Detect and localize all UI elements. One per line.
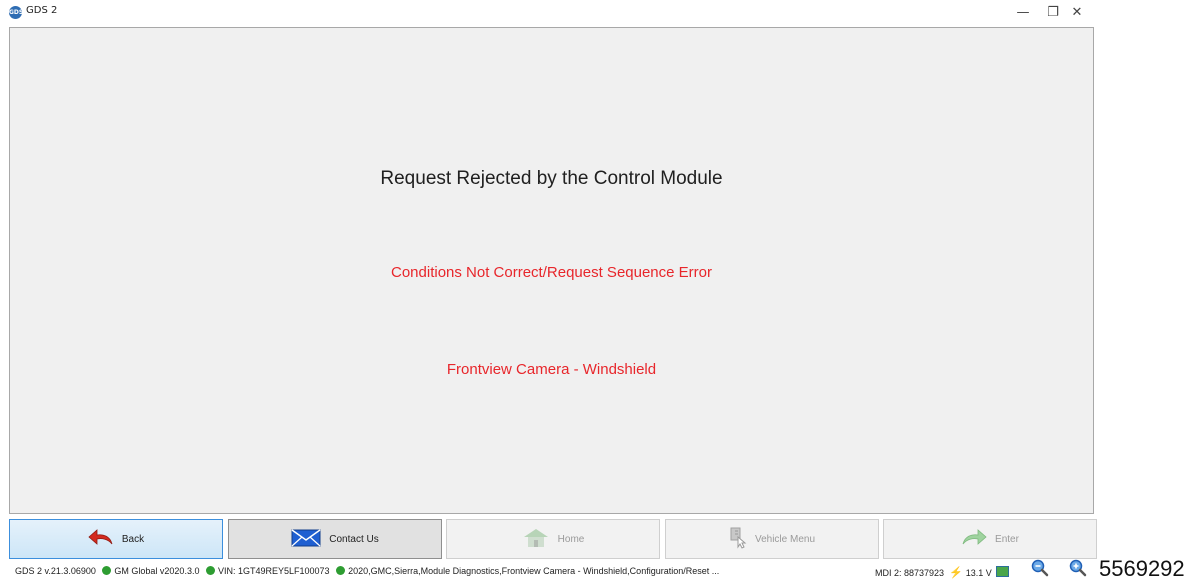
error-message: Conditions Not Correct/Request Sequence … [391, 264, 712, 281]
enter-button[interactable]: Enter [883, 519, 1097, 559]
connection-icon [995, 566, 1009, 577]
home-label: Home [557, 533, 585, 545]
gm-global-version: GM Global v2020.3.0 [114, 566, 200, 576]
status-bar: GDS 2 v.21.3.06900 GM Global v2020.3.0 V… [9, 558, 1099, 583]
message-panel: Request Rejected by the Control Module C… [9, 27, 1094, 514]
close-button[interactable]: ✕ [1062, 0, 1092, 26]
voltage: 13.1 V [965, 568, 992, 578]
status-info: GDS 2 v.21.3.06900 GM Global v2020.3.0 V… [15, 566, 719, 576]
zoom-in-icon[interactable] [1068, 558, 1088, 578]
vin-number: VIN: 1GT49REY5LF100073 [217, 566, 330, 576]
overflow-number: 5569292 [1099, 556, 1185, 581]
module-name: Frontview Camera - Windshield [446, 361, 657, 378]
vehicle-menu-icon [729, 527, 747, 552]
contact-us-button[interactable]: Contact Us [228, 519, 442, 559]
vehicle-info: 2020,GMC,Sierra,Module Diagnostics,Front… [348, 566, 720, 576]
zoom-out-icon[interactable] [1030, 558, 1050, 578]
message-title: Request Rejected by the Control Module [380, 168, 723, 189]
navigation-buttons: Back Contact Us Home Vehicle Menu Enter [9, 519, 1098, 559]
back-arrow-icon [88, 528, 114, 550]
window-title: GDS 2 [26, 5, 58, 16]
minimize-button[interactable]: — [1008, 0, 1038, 26]
enter-label: Enter [995, 533, 1019, 545]
title-bar: GDS GDS 2 — ❐ ✕ [0, 0, 1090, 26]
back-label: Back [121, 533, 145, 545]
contact-us-label: Contact Us [329, 533, 379, 545]
mdi-id: MDI 2: 88737923 [875, 568, 945, 578]
gds-version: GDS 2 v.21.3.06900 [15, 566, 96, 576]
device-status: MDI 2: 88737923 ⚡ 13.1 V [875, 566, 1009, 579]
vehicle-menu-button[interactable]: Vehicle Menu [665, 519, 879, 559]
home-icon [522, 528, 550, 551]
forward-arrow-icon [961, 528, 987, 550]
vehicle-menu-label: Vehicle Menu [754, 533, 816, 545]
lightning-icon: ⚡ [949, 567, 963, 579]
home-button[interactable]: Home [446, 519, 660, 559]
back-button[interactable]: Back [9, 519, 223, 559]
gds-app-icon: GDS [9, 6, 23, 19]
status-indicator-icon [336, 566, 346, 575]
status-indicator-icon [102, 566, 112, 575]
envelope-icon [291, 528, 321, 550]
status-indicator-icon [205, 566, 215, 575]
